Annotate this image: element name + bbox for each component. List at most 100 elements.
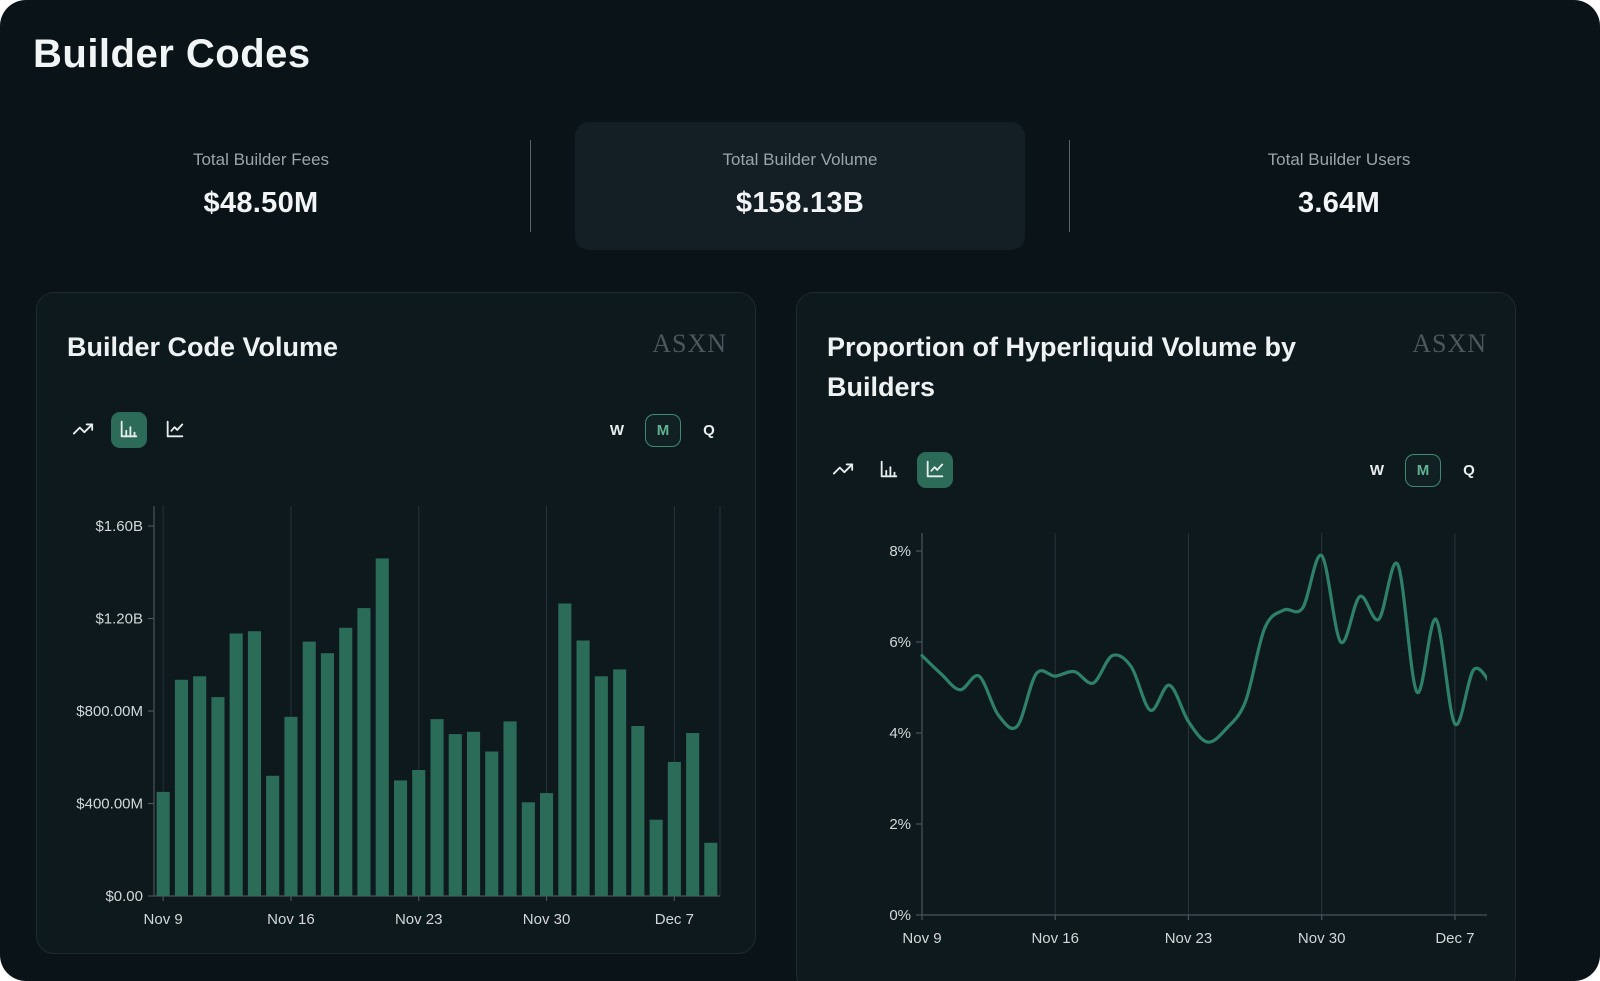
volume-bar[interactable] bbox=[467, 732, 480, 896]
volume-bar[interactable] bbox=[157, 792, 170, 896]
bar-chart-icon bbox=[878, 458, 900, 483]
bar-view-button[interactable] bbox=[111, 412, 147, 448]
volume-bar[interactable] bbox=[558, 604, 571, 897]
trend-view-button[interactable] bbox=[825, 452, 861, 488]
volume-bar[interactable] bbox=[303, 642, 316, 896]
volume-bar[interactable] bbox=[668, 762, 681, 896]
svg-text:Nov 23: Nov 23 bbox=[1165, 930, 1213, 947]
builder-code-volume-chart[interactable]: $0.00 $400.00M $800.00M $1.20B $1.60B Nov 9 No… bbox=[65, 493, 727, 951]
stat-label: Total Builder Users bbox=[1114, 150, 1564, 170]
volume-bar[interactable] bbox=[704, 843, 717, 896]
volume-bar[interactable] bbox=[595, 676, 608, 896]
svg-text:Dec 7: Dec 7 bbox=[1435, 930, 1474, 947]
svg-text:$400.00M: $400.00M bbox=[76, 796, 143, 813]
chart-toolbar: W M Q bbox=[825, 452, 1487, 488]
volume-bar[interactable] bbox=[193, 676, 206, 896]
volume-bar[interactable] bbox=[686, 733, 699, 896]
proportion-line[interactable] bbox=[922, 555, 1487, 742]
stat-total-builder-users[interactable]: Total Builder Users 3.64M bbox=[1114, 122, 1564, 250]
stat-total-builder-volume[interactable]: Total Builder Volume $158.13B bbox=[575, 122, 1025, 250]
svg-text:8%: 8% bbox=[889, 543, 911, 560]
stats-row: Total Builder Fees $48.50M Total Builder… bbox=[0, 122, 1600, 250]
range-group: W M Q bbox=[599, 414, 727, 447]
volume-bar[interactable] bbox=[577, 641, 590, 897]
volume-bar[interactable] bbox=[230, 634, 243, 897]
volume-bar[interactable] bbox=[613, 669, 626, 896]
volume-bar[interactable] bbox=[412, 770, 425, 896]
svg-text:Nov 16: Nov 16 bbox=[1031, 930, 1079, 947]
range-week-button[interactable]: W bbox=[1359, 454, 1395, 487]
volume-bar[interactable] bbox=[540, 793, 553, 896]
volume-bar[interactable] bbox=[321, 653, 334, 896]
asxn-watermark: ASXN bbox=[1412, 329, 1487, 359]
panels-row: Builder Code Volume ASXN W bbox=[0, 292, 1600, 981]
bars bbox=[157, 558, 718, 896]
stats-divider bbox=[530, 140, 531, 232]
volume-bar[interactable] bbox=[376, 558, 389, 896]
volume-bar[interactable] bbox=[211, 697, 224, 896]
svg-text:Nov 23: Nov 23 bbox=[395, 911, 443, 928]
svg-text:$800.00M: $800.00M bbox=[76, 703, 143, 720]
panel-builder-code-volume: Builder Code Volume ASXN W bbox=[36, 292, 756, 954]
panel-proportion-of-volume: Proportion of Hyperliquid Volume by Buil… bbox=[796, 292, 1516, 981]
page-title: Builder Codes bbox=[33, 30, 1600, 78]
stat-label: Total Builder Volume bbox=[575, 150, 1025, 170]
svg-text:4%: 4% bbox=[889, 725, 911, 742]
stat-label: Total Builder Fees bbox=[36, 150, 486, 170]
volume-bar[interactable] bbox=[284, 717, 297, 896]
line-view-button[interactable] bbox=[917, 452, 953, 488]
volume-bar[interactable] bbox=[431, 719, 444, 896]
volume-bar[interactable] bbox=[504, 721, 517, 896]
range-week-button[interactable]: W bbox=[599, 414, 635, 447]
trend-view-button[interactable] bbox=[65, 412, 101, 448]
asxn-watermark: ASXN bbox=[652, 329, 727, 359]
stat-value: 3.64M bbox=[1114, 186, 1564, 220]
trending-up-icon bbox=[832, 458, 854, 483]
chart-type-group bbox=[65, 412, 193, 448]
chart-type-group bbox=[825, 452, 953, 488]
svg-text:$0.00: $0.00 bbox=[105, 888, 143, 905]
stat-value: $48.50M bbox=[36, 186, 486, 220]
bar-view-button[interactable] bbox=[871, 452, 907, 488]
panel-head: Builder Code Volume ASXN bbox=[65, 319, 727, 367]
svg-text:Nov 30: Nov 30 bbox=[523, 911, 571, 928]
svg-text:Nov 30: Nov 30 bbox=[1298, 930, 1346, 947]
bar-chart-icon bbox=[118, 418, 140, 443]
line-view-button[interactable] bbox=[157, 412, 193, 448]
svg-text:$1.60B: $1.60B bbox=[95, 518, 143, 535]
svg-text:Nov 9: Nov 9 bbox=[144, 911, 183, 928]
trending-up-icon bbox=[72, 418, 94, 443]
range-month-button[interactable]: M bbox=[1405, 454, 1441, 487]
volume-bar[interactable] bbox=[522, 802, 535, 896]
chart-toolbar: W M Q bbox=[65, 412, 727, 448]
volume-bar[interactable] bbox=[631, 726, 644, 896]
svg-text:Nov 16: Nov 16 bbox=[267, 911, 315, 928]
svg-text:Dec 7: Dec 7 bbox=[655, 911, 694, 928]
volume-bar[interactable] bbox=[650, 820, 663, 896]
proportion-of-volume-chart[interactable]: 0%2%4%6%8%Nov 9Nov 16Nov 23Nov 30Dec 7 bbox=[825, 533, 1487, 981]
svg-text:$1.20B: $1.20B bbox=[95, 611, 143, 628]
stat-total-builder-fees[interactable]: Total Builder Fees $48.50M bbox=[36, 122, 486, 250]
range-quarter-button[interactable]: Q bbox=[1451, 454, 1487, 487]
svg-text:2%: 2% bbox=[889, 816, 911, 833]
stats-divider bbox=[1069, 140, 1070, 232]
volume-bar[interactable] bbox=[357, 608, 370, 896]
stat-value: $158.13B bbox=[575, 186, 1025, 220]
line-chart-icon bbox=[164, 418, 186, 443]
volume-bar[interactable] bbox=[394, 780, 407, 896]
volume-bar[interactable] bbox=[175, 680, 188, 896]
volume-bar[interactable] bbox=[266, 776, 279, 896]
range-quarter-button[interactable]: Q bbox=[691, 414, 727, 447]
panel-head: Proportion of Hyperliquid Volume by Buil… bbox=[825, 319, 1487, 407]
svg-text:6%: 6% bbox=[889, 634, 911, 651]
panel-title: Proportion of Hyperliquid Volume by Buil… bbox=[827, 327, 1372, 407]
volume-bar[interactable] bbox=[485, 752, 498, 897]
volume-bar[interactable] bbox=[248, 631, 261, 896]
svg-text:Nov 9: Nov 9 bbox=[902, 930, 941, 947]
volume-bar[interactable] bbox=[449, 734, 462, 896]
panel-title: Builder Code Volume bbox=[67, 327, 338, 367]
range-month-button[interactable]: M bbox=[645, 414, 681, 447]
volume-bar[interactable] bbox=[339, 628, 352, 896]
range-group: W M Q bbox=[1359, 454, 1487, 487]
line-chart-icon bbox=[924, 458, 946, 483]
